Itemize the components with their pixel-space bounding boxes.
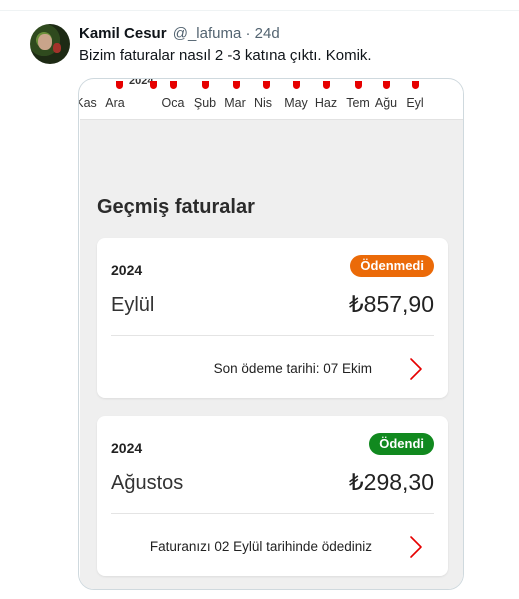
- status-badge: Ödendi: [369, 433, 434, 455]
- status-badge: Ödenmedi: [350, 255, 434, 277]
- timeline-month[interactable]: Ağu: [375, 96, 397, 110]
- timeline-marker: [293, 81, 300, 89]
- card-divider: [111, 335, 434, 336]
- timeline-month[interactable]: May: [284, 96, 308, 110]
- card-divider: [111, 513, 434, 514]
- timeline-month[interactable]: Oca: [162, 96, 185, 110]
- timeline-month[interactable]: Tem: [346, 96, 370, 110]
- timeline-month[interactable]: Nis: [254, 96, 272, 110]
- bill-month: Ağustos: [111, 472, 184, 494]
- timeline-marker: [150, 81, 157, 89]
- timeline-month[interactable]: Haz: [315, 96, 337, 110]
- month-timeline: 2024 KasAraOcaŞubMarNisMayHazTemAğuEyl: [79, 79, 463, 120]
- bill-year: 2024: [111, 262, 143, 278]
- timeline-month[interactable]: Kas: [79, 96, 97, 110]
- bill-card[interactable]: 2024 Ödenmedi Eylül ₺857,90 Son ödeme ta…: [97, 238, 448, 398]
- timeline-marker: [170, 81, 177, 89]
- timeline-month[interactable]: Mar: [224, 96, 246, 110]
- tweet-text: Bizim faturalar nasıl 2 -3 katına çıktı.…: [79, 47, 372, 64]
- chevron-right-icon[interactable]: [408, 535, 424, 559]
- timeline-marker: [263, 81, 270, 89]
- timeline-month[interactable]: Şub: [194, 96, 216, 110]
- timeline-marker: [383, 81, 390, 89]
- bill-paid-date: Faturanızı 02 Eylül tarihinde ödediniz: [149, 539, 372, 554]
- bill-amount: ₺298,30: [349, 469, 434, 495]
- handle-and-time[interactable]: @_lafuma · 24d: [173, 25, 280, 42]
- timeline-marker: [412, 81, 419, 89]
- timeline-month[interactable]: Eyl: [406, 96, 423, 110]
- timeline-marker: [233, 81, 240, 89]
- display-name[interactable]: Kamil Cesur: [79, 25, 167, 42]
- bill-year: 2024: [111, 440, 143, 456]
- bill-month: Eylül: [111, 294, 155, 316]
- tweet-media[interactable]: 2024 Kas Ara Oca Şub Mar Nis May Haz Tem Ağu Eyl G…: [78, 78, 464, 590]
- timeline-marker: [355, 81, 362, 89]
- bill-card[interactable]: 2024 Ödendi Ağustos ₺298,30 Faturanızı 0…: [97, 416, 448, 576]
- timeline-marker: [116, 81, 123, 89]
- app-screenshot: 2024 Kas Ara Oca Şub Mar Nis May Haz Tem Ağu Eyl G…: [79, 79, 463, 589]
- chevron-right-icon[interactable]: [408, 357, 424, 381]
- timeline-marker: [202, 81, 209, 89]
- bill-amount: ₺857,90: [349, 291, 434, 317]
- tweet[interactable]: Kamil Cesur @_lafuma · 24d Bizim fatural…: [0, 0, 519, 599]
- timeline-marker: [323, 81, 330, 89]
- timeline-month[interactable]: Ara: [105, 96, 124, 110]
- tweet-header: Kamil Cesur @_lafuma · 24d: [79, 25, 280, 43]
- avatar[interactable]: [30, 24, 70, 64]
- bill-due-date: Son ödeme tarihi: 07 Ekim: [213, 361, 372, 376]
- section-title: Geçmiş faturalar: [97, 196, 255, 218]
